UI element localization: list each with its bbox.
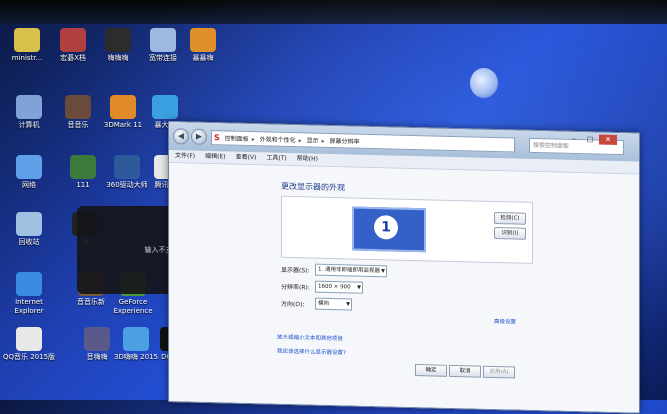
minimize-button[interactable]: – bbox=[567, 134, 581, 144]
desktop-icon-image bbox=[114, 155, 140, 179]
desktop-icon[interactable]: QQ音乐 2015版 bbox=[0, 327, 58, 362]
desktop-icon-image bbox=[14, 28, 40, 52]
close-button[interactable]: ✕ bbox=[599, 134, 617, 145]
desktop-icon-image bbox=[152, 95, 178, 119]
menu-view[interactable]: 查看(V) bbox=[236, 152, 257, 165]
display-label: 显示器(S): bbox=[281, 266, 310, 275]
menu-edit[interactable]: 编辑(E) bbox=[205, 151, 225, 164]
desktop-icon-label: 回收站 bbox=[18, 238, 40, 246]
desktop-icon-label: Internet Explorer bbox=[14, 298, 44, 315]
crumb-control-panel[interactable]: 控制面板 bbox=[225, 135, 249, 143]
desktop-icon[interactable]: 网络 bbox=[0, 155, 58, 190]
desktop-icon-image bbox=[105, 28, 131, 52]
content-area: 更改显示器的外观 1 检测(C) 识别(I) 显示器(S): 1. 通用非即插即… bbox=[169, 163, 639, 413]
orientation-label: 方向(O): bbox=[281, 300, 305, 309]
orientation-select-value: 横向 bbox=[318, 300, 330, 307]
display-select[interactable]: 1. 通用非即插即用监视器 ▼ bbox=[315, 263, 387, 278]
resolution-select-value: 1600 × 900 bbox=[318, 283, 351, 291]
wallpaper-logo bbox=[470, 68, 498, 98]
chevron-down-icon: ▼ bbox=[357, 284, 361, 291]
desktop-icon-image bbox=[70, 155, 96, 179]
text-size-link[interactable]: 放大或缩小文本和其他项目 bbox=[277, 333, 343, 343]
address-bar[interactable]: S 控制面板 ▸ 外观和个性化 ▸ 显示 ▸ 屏幕分辨率 bbox=[211, 130, 515, 153]
orientation-select[interactable]: 横向 ▼ bbox=[315, 297, 352, 311]
desktop-icon-label: QQ音乐 2015版 bbox=[2, 353, 56, 361]
address-logo-icon: S bbox=[214, 133, 220, 143]
desktop-icon-image bbox=[60, 28, 86, 52]
ok-button[interactable]: 确定 bbox=[415, 364, 447, 377]
back-button[interactable]: ◀ bbox=[173, 128, 189, 145]
desktop-icon-image bbox=[110, 95, 136, 119]
desktop-icon-image bbox=[16, 95, 42, 119]
menu-tools[interactable]: 工具(T) bbox=[266, 152, 286, 164]
resolution-select[interactable]: 1600 × 900 ▼ bbox=[315, 280, 363, 294]
monitor-number: 1 bbox=[374, 215, 398, 240]
display-select-value: 1. 通用非即插即用监视器 bbox=[318, 266, 380, 275]
crumb-appearance[interactable]: 外观和个性化 bbox=[260, 136, 296, 144]
chevron-down-icon: ▼ bbox=[346, 301, 350, 308]
desktop-icon-image bbox=[16, 155, 42, 179]
chevron-down-icon: ▼ bbox=[381, 268, 385, 275]
advanced-settings-link[interactable]: 高级设置 bbox=[494, 317, 516, 326]
monitor-preview: 1 检测(C) 识别(I) bbox=[281, 195, 533, 264]
monitor-thumbnail[interactable]: 1 bbox=[352, 206, 426, 253]
desktop-icon-image bbox=[16, 272, 42, 296]
desktop-icon[interactable]: Internet Explorer bbox=[0, 272, 58, 316]
desktop-icon-label: GeForce Experience bbox=[113, 298, 153, 315]
detect-button[interactable]: 检测(C) bbox=[494, 211, 526, 225]
desktop-icon-image bbox=[16, 327, 42, 351]
cancel-button[interactable]: 取消 bbox=[449, 364, 481, 378]
forward-button[interactable]: ▶ bbox=[191, 128, 207, 145]
apply-button[interactable]: 应用(A) bbox=[483, 365, 515, 379]
page-title: 更改显示器的外观 bbox=[281, 181, 345, 193]
desktop-icon[interactable]: 暴暴嗨 bbox=[174, 28, 232, 63]
desktop-icon-label: 网络 bbox=[22, 181, 36, 189]
resolution-label: 分辨率(R): bbox=[281, 283, 310, 292]
desktop-icon-image bbox=[16, 212, 42, 236]
desktop-icon-label: 暴暴嗨 bbox=[192, 54, 214, 62]
menu-help[interactable]: 帮助(H) bbox=[297, 153, 318, 166]
desktop-icon-image bbox=[190, 28, 216, 52]
desktop-icon-image bbox=[65, 95, 91, 119]
crumb-resolution[interactable]: 屏幕分辨率 bbox=[330, 138, 360, 146]
menu-file[interactable]: 文件(F) bbox=[175, 150, 195, 162]
display-settings-window: ◀ ▶ S 控制面板 ▸ 外观和个性化 ▸ 显示 ▸ 屏幕分辨率 搜索控制面板 – □… bbox=[168, 121, 640, 414]
desktop-icon-image bbox=[150, 28, 176, 52]
crumb-display[interactable]: 显示 bbox=[307, 137, 319, 144]
identify-button[interactable]: 识别(I) bbox=[494, 226, 526, 240]
desktop-icon[interactable]: 回收站 bbox=[0, 212, 58, 247]
display-help-link[interactable]: 我应该选择什么显示器设置? bbox=[277, 347, 346, 357]
maximize-button[interactable]: □ bbox=[583, 134, 597, 144]
